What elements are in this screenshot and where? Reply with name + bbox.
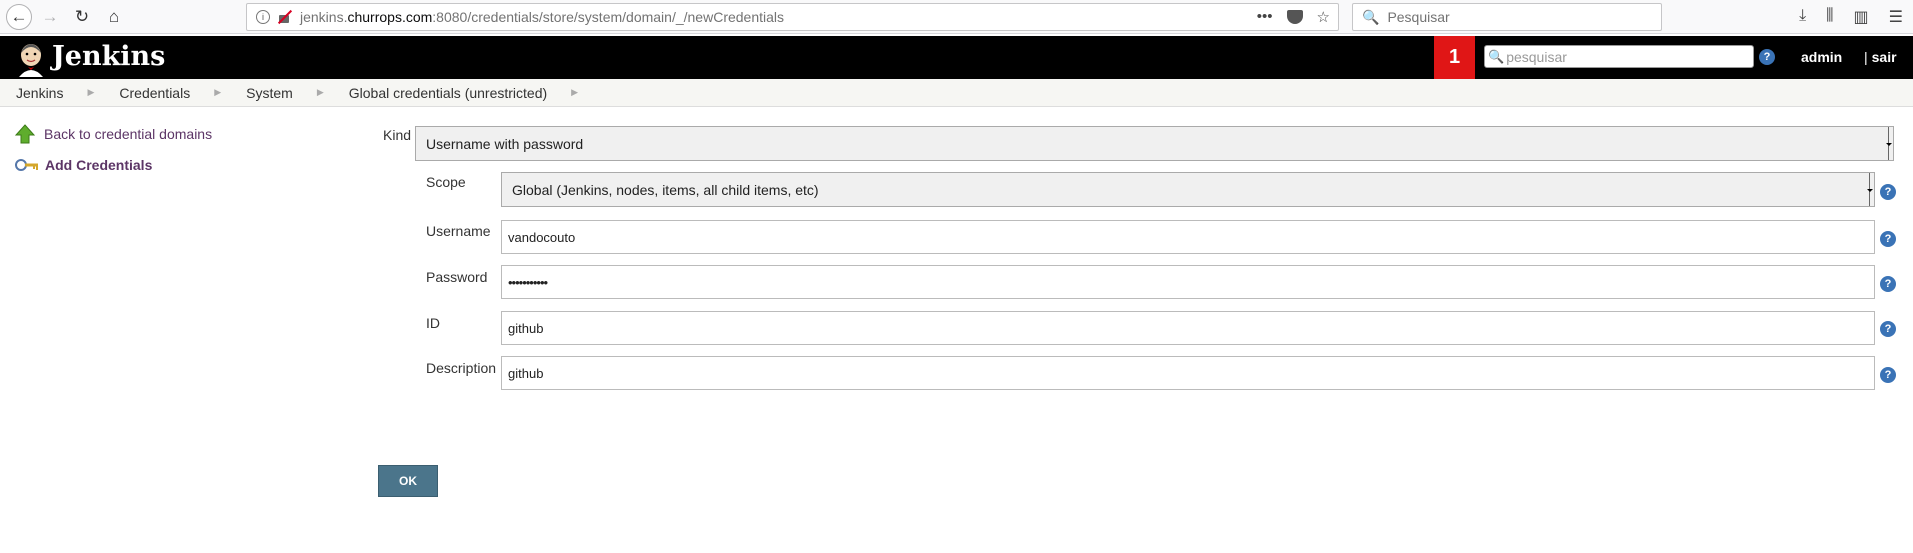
logout-separator: | (1864, 49, 1868, 65)
id-help-icon[interactable]: ? (1880, 321, 1896, 337)
browser-search-placeholder: Pesquisar (1387, 9, 1450, 25)
scope-select[interactable]: Global (Jenkins, nodes, items, all child… (501, 172, 1875, 207)
menu-icon[interactable]: ☰ (1889, 7, 1903, 27)
chevron-right-icon[interactable]: ▶ (317, 87, 324, 98)
jenkins-header: Jenkins 1 🔍 pesquisar ? admin | sair (0, 36, 1913, 79)
url-bar[interactable]: i jenkins.churrops.com:8080/credentials/… (246, 3, 1339, 31)
breadcrumb-item-global-credentials[interactable]: Global credentials (unrestricted) ▶ (349, 85, 603, 101)
chevron-right-icon[interactable]: ▶ (214, 87, 221, 98)
up-arrow-icon (15, 124, 35, 144)
add-credentials-label[interactable]: Add Credentials (45, 157, 152, 173)
back-to-domains-link[interactable]: Back to credential domains (15, 124, 212, 144)
breadcrumb-item-jenkins[interactable]: Jenkins ▶ (16, 85, 119, 101)
download-icon[interactable]: ⤓ (1799, 7, 1806, 27)
chevron-right-icon[interactable]: ▶ (87, 87, 94, 98)
pocket-icon[interactable] (1286, 10, 1303, 24)
chevron-right-icon[interactable]: ▶ (571, 87, 578, 98)
description-label: Description (426, 360, 497, 376)
username-help-icon[interactable]: ? (1880, 231, 1896, 247)
scope-value: Global (Jenkins, nodes, items, all child… (512, 181, 819, 198)
search-icon: 🔍 (1488, 48, 1505, 64)
chevron-down-icon[interactable] (1886, 127, 1893, 160)
key-icon (15, 159, 38, 171)
reload-icon[interactable]: ↻ (69, 4, 95, 30)
jenkins-search-placeholder: pesquisar (1506, 48, 1567, 65)
search-icon: 🔍 (1362, 8, 1380, 25)
username-label: Username (426, 223, 491, 239)
breadcrumb: Jenkins ▶ Credentials ▶ System ▶ Global cre… (0, 79, 1913, 107)
forward-icon[interactable]: → (37, 4, 63, 30)
breadcrumb-item-system[interactable]: System ▶ (246, 85, 349, 101)
sidebar-icon[interactable]: ▥ (1854, 7, 1869, 27)
kind-value: Username with password (426, 135, 584, 152)
more-actions-icon[interactable]: ••• (1257, 8, 1273, 26)
jenkins-butler-logo[interactable] (14, 41, 48, 77)
logout-link[interactable]: | sair (1864, 49, 1897, 65)
back-to-domains-label[interactable]: Back to credential domains (44, 126, 212, 142)
user-link[interactable]: admin (1801, 49, 1842, 65)
browser-search-input[interactable]: 🔍 Pesquisar (1352, 3, 1662, 31)
password-help-icon[interactable]: ? (1880, 276, 1896, 292)
info-icon[interactable]: i (256, 10, 270, 24)
home-icon[interactable]: ⌂ (101, 4, 127, 30)
username-input[interactable]: vandocouto (501, 220, 1875, 254)
kind-select[interactable]: Username with password (415, 126, 1894, 161)
id-input[interactable]: github (501, 311, 1875, 345)
chevron-down-icon[interactable] (1867, 173, 1874, 206)
breadcrumb-item-credentials[interactable]: Credentials ▶ (119, 85, 246, 101)
description-input[interactable]: github (501, 356, 1875, 390)
back-icon[interactable]: ← (6, 4, 32, 30)
jenkins-title[interactable]: Jenkins (52, 41, 165, 72)
add-credentials-link[interactable]: Add Credentials (15, 157, 152, 173)
notification-badge[interactable]: 1 (1434, 36, 1475, 79)
search-help-icon[interactable]: ? (1759, 49, 1775, 65)
logout-label[interactable]: sair (1872, 49, 1897, 65)
bookmark-star-icon[interactable]: ☆ (1317, 8, 1330, 26)
browser-toolbar: ← → ↻ ⌂ i jenkins.churrops.com:8080/cred… (0, 0, 1913, 34)
password-input[interactable]: ••••••••••• (501, 265, 1875, 299)
kind-label: Kind (383, 127, 412, 143)
scope-label: Scope (426, 174, 466, 190)
jenkins-search-input[interactable]: 🔍 pesquisar (1484, 45, 1754, 68)
id-label: ID (426, 315, 440, 331)
scope-help-icon[interactable]: ? (1880, 184, 1896, 200)
description-help-icon[interactable]: ? (1880, 367, 1896, 383)
insecure-lock-icon[interactable] (276, 10, 292, 24)
url-text[interactable]: jenkins.churrops.com:8080/credentials/st… (300, 9, 784, 25)
ok-button[interactable]: OK (378, 465, 438, 497)
library-icon[interactable]: ⫼ (1826, 7, 1833, 27)
password-label: Password (426, 269, 488, 285)
